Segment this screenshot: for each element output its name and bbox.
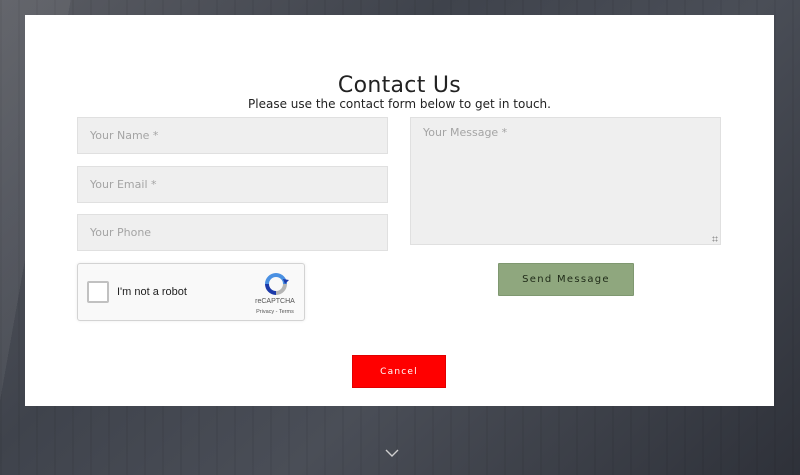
message-placeholder: Your Message * — [423, 126, 508, 139]
phone-input[interactable]: Your Phone — [77, 214, 388, 251]
resize-grip-icon[interactable] — [712, 236, 718, 242]
page-title: Contact Us — [337, 73, 462, 98]
recaptcha-terms-link[interactable]: Privacy - Terms — [246, 309, 304, 315]
cancel-button[interactable]: Cancel — [352, 355, 446, 388]
recaptcha-widget: I'm not a robot reCAPTCHA Privacy - Term… — [77, 263, 305, 321]
recaptcha-brand: reCAPTCHA — [255, 298, 295, 305]
email-input[interactable]: Your Email * — [77, 166, 388, 203]
recaptcha-logo-icon — [265, 273, 289, 295]
recaptcha-checkbox[interactable] — [87, 281, 109, 303]
name-input[interactable]: Your Name * — [77, 117, 388, 154]
message-textarea[interactable]: Your Message * — [410, 117, 721, 245]
contact-modal: Contact Us Please use the contact form b… — [25, 15, 774, 406]
name-placeholder: Your Name * — [90, 129, 159, 142]
recaptcha-label: I'm not a robot — [117, 286, 187, 298]
chevron-down-icon[interactable] — [384, 447, 400, 459]
email-placeholder: Your Email * — [90, 178, 157, 191]
form-subtitle: Please use the contact form below to get… — [248, 97, 551, 111]
send-message-button[interactable]: Send Message — [498, 263, 634, 296]
phone-placeholder: Your Phone — [90, 226, 152, 239]
